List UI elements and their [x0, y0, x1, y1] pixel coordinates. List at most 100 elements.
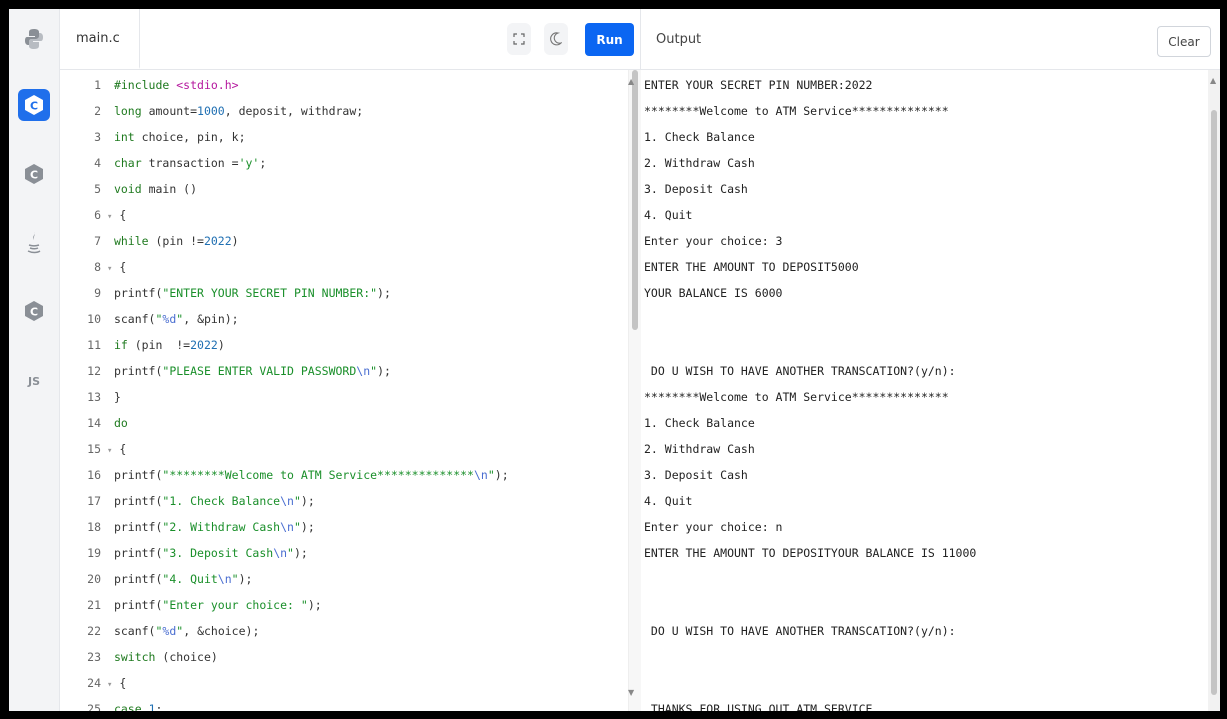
code-token: " — [487, 468, 495, 482]
fullscreen-button[interactable] — [507, 23, 531, 55]
code-line[interactable]: 7 while (pin !=2022) — [60, 228, 239, 254]
code-line[interactable]: 11 if (pin !=2022) — [60, 332, 225, 358]
code-line[interactable]: 9 printf("ENTER YOUR SECRET PIN NUMBER:"… — [60, 280, 391, 306]
line-number: 18 — [87, 520, 101, 534]
code-token: "1. Check Balance — [162, 494, 281, 508]
code-token: ); — [300, 494, 315, 508]
sidebar-item-javascript[interactable]: JS — [18, 365, 50, 397]
code-line[interactable]: 17 printf("1. Check Balance\n"); — [60, 488, 315, 514]
code-token: "PLEASE ENTER VALID PASSWORD — [162, 364, 357, 378]
code-line[interactable]: 5 void main () — [60, 176, 197, 202]
code-token: (choice) — [162, 650, 218, 664]
line-number: 9 — [94, 286, 101, 300]
code-line[interactable]: 4 char transaction ='y'; — [60, 150, 266, 176]
output-line: 4. Quit — [644, 494, 693, 508]
fold-arrow-icon[interactable]: ▾ — [107, 680, 112, 690]
code-token: , &pin); — [183, 312, 239, 326]
code-line[interactable]: 16 printf("********Welcome to ATM Servic… — [60, 462, 509, 488]
code-token: 2022 — [203, 234, 232, 248]
code-token: \n — [217, 572, 232, 586]
output-scrollbar-thumb[interactable] — [1211, 110, 1217, 695]
code-token: \n — [280, 494, 294, 508]
code-line[interactable]: 19 printf("3. Deposit Cash\n"); — [60, 540, 308, 566]
run-button[interactable]: Run — [585, 23, 634, 56]
output-line: ENTER YOUR SECRET PIN NUMBER:2022 — [644, 78, 873, 92]
output-line: DO U WISH TO HAVE ANOTHER TRANSCATION?(y… — [644, 624, 956, 638]
code-token: do — [113, 416, 128, 430]
line-number: 17 — [87, 494, 101, 508]
tab-label: main.c — [76, 30, 120, 46]
code-line[interactable]: 18 printf("2. Withdraw Cash\n"); — [60, 514, 315, 540]
editor-scrollbar-thumb[interactable] — [632, 70, 638, 330]
line-number: 13 — [87, 390, 101, 404]
line-number: 12 — [87, 364, 101, 378]
code-token: \n — [280, 520, 294, 534]
code-token: " — [293, 520, 301, 534]
scroll-down-arrow-icon[interactable]: ▼ — [628, 688, 634, 697]
line-number: 2 — [94, 104, 101, 118]
line-number: 10 — [87, 312, 101, 326]
sidebar-item-java[interactable] — [18, 227, 50, 259]
code-line[interactable]: 8 ▾ { — [60, 254, 126, 280]
code-line[interactable]: 15 ▾ { — [60, 436, 126, 462]
code-token: int — [113, 130, 142, 144]
sidebar-item-python[interactable] — [18, 23, 50, 55]
line-number: 5 — [94, 182, 101, 196]
fold-arrow-icon[interactable]: ▾ — [107, 264, 112, 274]
code-line[interactable]: 13 } — [60, 384, 121, 410]
code-line[interactable]: 25 case 1: — [60, 696, 162, 711]
code-line[interactable]: 20 printf("4. Quit\n"); — [60, 566, 252, 592]
code-token: ); — [293, 546, 308, 560]
code-token: switch — [113, 650, 163, 664]
code-line[interactable]: 22 scanf("%d", &choice); — [60, 618, 259, 644]
code-line[interactable]: 3 int choice, pin, k; — [60, 124, 245, 150]
clear-label: Clear — [1168, 34, 1200, 49]
code-token: 1 — [148, 702, 156, 711]
code-token: <stdio.h> — [176, 78, 239, 92]
code-line[interactable]: 23 switch (choice) — [60, 644, 218, 670]
tab-main-c[interactable]: main.c — [60, 9, 140, 69]
fold-arrow-icon[interactable]: ▾ — [107, 446, 112, 456]
code-token: printf( — [113, 520, 163, 534]
sidebar-item-cpp[interactable]: C — [18, 158, 50, 190]
output-line: 2. Withdraw Cash — [644, 156, 755, 170]
dark-mode-button[interactable] — [544, 23, 568, 55]
code-token: while — [113, 234, 156, 248]
output-scroll-up-icon[interactable]: ▲ — [1210, 76, 1216, 85]
code-line[interactable]: 10 scanf("%d", &pin); — [60, 306, 239, 332]
code-token: if — [113, 338, 135, 352]
fold-arrow-icon[interactable]: ▾ — [107, 212, 112, 222]
output-line: ENTER THE AMOUNT TO DEPOSIT5000 — [644, 260, 859, 274]
code-token: \n — [273, 546, 288, 560]
scroll-up-arrow-icon[interactable]: ▲ — [628, 77, 634, 86]
output-scrollbar[interactable] — [1208, 70, 1220, 711]
code-token: " — [293, 494, 301, 508]
code-token: printf( — [113, 546, 163, 560]
code-line[interactable]: 6 ▾ { — [60, 202, 126, 228]
output-line: 1. Check Balance — [644, 416, 755, 430]
sidebar-item-c[interactable]: C — [18, 89, 50, 121]
code-line[interactable]: 24 ▾ { — [60, 670, 126, 696]
code-token: ); — [494, 468, 509, 482]
code-line[interactable]: 12 printf("PLEASE ENTER VALID PASSWORD\n… — [60, 358, 391, 384]
code-line[interactable]: 21 printf("Enter your choice: "); — [60, 592, 322, 618]
clear-button[interactable]: Clear — [1157, 26, 1211, 57]
python-icon — [25, 29, 43, 49]
svg-text:C: C — [30, 169, 38, 182]
line-number: 23 — [87, 650, 101, 664]
code-token: " — [287, 546, 294, 560]
code-token: , deposit, withdraw; — [224, 104, 364, 118]
code-token: " — [231, 572, 239, 586]
code-line[interactable]: 1 #include <stdio.h> — [60, 72, 239, 98]
editor-scrollbar[interactable] — [628, 70, 641, 711]
sidebar-item-csharp[interactable]: C — [18, 295, 50, 327]
code-token: ); — [300, 520, 315, 534]
code-token: ) — [217, 338, 225, 352]
output-line: YOUR BALANCE IS 6000 — [644, 286, 783, 300]
line-number: 21 — [87, 598, 101, 612]
code-line[interactable]: 14 do — [60, 410, 128, 436]
code-line[interactable]: 2 long amount=1000, deposit, withdraw; — [60, 98, 363, 124]
code-token: case — [113, 702, 149, 711]
csharp-icon: C — [25, 301, 43, 321]
code-editor[interactable]: 1 #include <stdio.h> 2 long amount=1000, … — [60, 70, 628, 711]
